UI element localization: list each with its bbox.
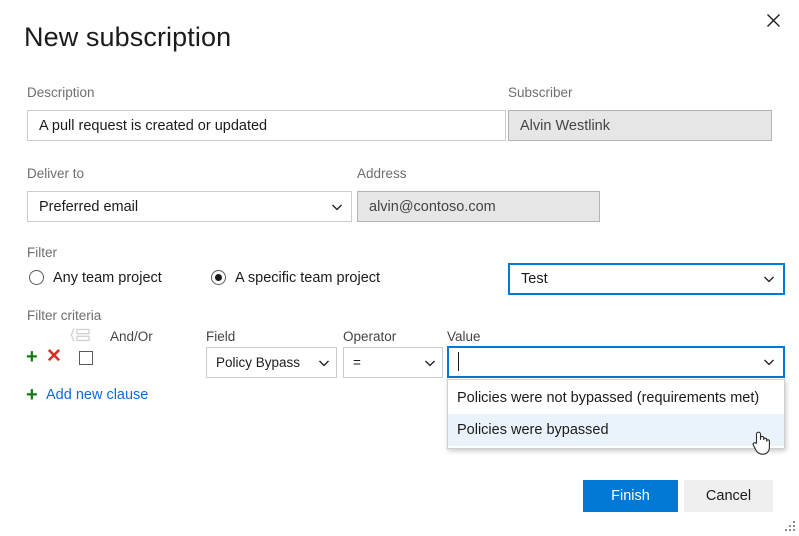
radio-any-team-project[interactable] xyxy=(29,270,44,285)
dropdown-option-label: Policies were bypassed xyxy=(457,422,609,438)
add-new-clause-icon[interactable]: + xyxy=(26,385,38,405)
value-dropdown-popup: Policies were not bypassed (requirements… xyxy=(447,379,785,449)
chevron-down-icon xyxy=(329,199,345,215)
team-project-dropdown[interactable]: Test xyxy=(508,263,785,295)
value-combobox[interactable] xyxy=(447,346,785,378)
radio-specific-team-project-label[interactable]: A specific team project xyxy=(235,269,380,287)
finish-button[interactable]: Finish xyxy=(583,480,678,512)
column-header-field: Field xyxy=(206,329,235,345)
description-label: Description xyxy=(27,85,95,101)
dropdown-option-not-bypassed[interactable]: Policies were not bypassed (requirements… xyxy=(448,382,784,414)
page-title: New subscription xyxy=(24,20,231,54)
chevron-down-icon xyxy=(316,355,332,371)
chevron-down-icon xyxy=(422,355,438,371)
row-select-checkbox[interactable] xyxy=(79,351,93,365)
address-field: alvin@contoso.com xyxy=(357,191,600,222)
add-new-clause-link[interactable]: Add new clause xyxy=(46,386,148,404)
new-subscription-dialog: New subscription Description A pull requ… xyxy=(0,0,799,536)
subscriber-value: Alvin Westlink xyxy=(520,118,610,134)
address-value: alvin@contoso.com xyxy=(369,199,496,215)
text-caret xyxy=(458,352,459,371)
deliver-to-dropdown[interactable]: Preferred email xyxy=(27,191,352,222)
resize-grip-icon[interactable] xyxy=(781,518,797,534)
field-value: Policy Bypass xyxy=(216,355,312,370)
filter-label: Filter xyxy=(27,245,57,261)
close-icon xyxy=(766,13,781,28)
column-header-value: Value xyxy=(447,329,481,345)
operator-value: = xyxy=(353,355,418,370)
address-label: Address xyxy=(357,166,407,182)
cancel-button[interactable]: Cancel xyxy=(684,480,773,512)
dropdown-option-label: Policies were not bypassed (requirements… xyxy=(457,390,759,406)
deliver-to-label: Deliver to xyxy=(27,166,84,182)
add-clause-icon[interactable]: + xyxy=(26,347,38,367)
column-header-andor: And/Or xyxy=(110,329,153,345)
close-button[interactable] xyxy=(755,4,791,36)
description-input[interactable]: A pull request is created or updated xyxy=(27,110,506,141)
delete-clause-icon[interactable]: ✕ xyxy=(46,347,62,367)
radio-any-team-project-label[interactable]: Any team project xyxy=(53,269,162,287)
group-clauses-icon[interactable] xyxy=(70,328,92,342)
subscriber-label: Subscriber xyxy=(508,85,573,101)
column-header-operator: Operator xyxy=(343,329,396,345)
radio-specific-team-project[interactable] xyxy=(211,270,226,285)
chevron-down-icon xyxy=(761,354,777,370)
field-dropdown[interactable]: Policy Bypass xyxy=(206,347,337,378)
operator-dropdown[interactable]: = xyxy=(343,347,443,378)
deliver-to-value: Preferred email xyxy=(39,199,325,215)
description-value: A pull request is created or updated xyxy=(39,118,267,134)
chevron-down-icon xyxy=(761,271,777,287)
subscriber-field: Alvin Westlink xyxy=(508,110,772,141)
filter-criteria-label: Filter criteria xyxy=(27,308,101,324)
team-project-value: Test xyxy=(521,271,757,287)
dropdown-option-bypassed[interactable]: Policies were bypassed xyxy=(448,414,784,446)
